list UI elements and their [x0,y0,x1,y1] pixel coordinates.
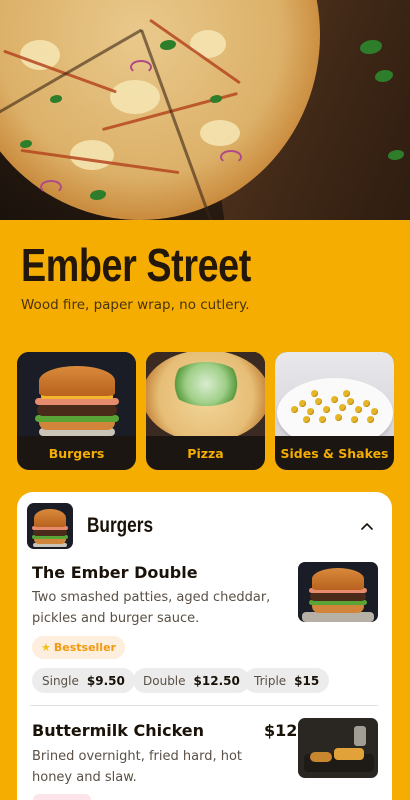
sides-image [275,352,394,436]
section-thumbnail [27,503,73,549]
category-card-pizza[interactable]: Pizza [146,352,265,470]
bestseller-badge: ★ Bestseller [32,636,125,659]
menu-item-price: $12 [264,721,298,740]
menu-item-name[interactable]: Buttermilk Chicken [32,721,204,740]
category-card-sides[interactable]: Sides & Shakes [275,352,394,470]
menu-item-image[interactable] [298,718,378,778]
chevron-up-icon[interactable] [359,518,375,534]
item-divider [30,705,378,706]
hero-image [0,0,410,220]
section-title: Burgers [87,514,154,537]
menu-item-name[interactable]: The Ember Double [32,563,198,582]
category-label: Pizza [187,445,224,461]
restaurant-name: Ember Street [21,239,251,291]
option-double[interactable]: Double $12.50 [133,668,250,693]
option-triple[interactable]: Triple $15 [244,668,330,693]
category-label: Sides & Shakes [280,445,389,461]
burger-image [17,352,136,436]
category-label: Burgers [48,445,105,461]
category-card-burgers[interactable]: Burgers [17,352,136,470]
option-single[interactable]: Single $9.50 [32,668,135,693]
menu-item-description: Two smashed patties, aged cheddar, pickl… [32,590,271,626]
restaurant-tagline: Wood fire, paper wrap, no cutlery. [21,297,250,313]
pizza-image [146,352,265,436]
star-icon: ★ [41,641,51,654]
menu-item-badge [33,794,91,800]
menu-item-image[interactable] [298,562,378,622]
menu-item-description: Brined overnight, fried hard, hot honey … [32,749,243,785]
